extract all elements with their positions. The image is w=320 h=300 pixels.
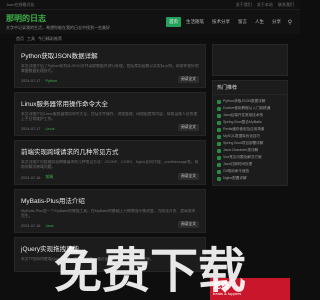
recent-item[interactable]: Java Character类详解 — [217, 147, 283, 154]
site-title[interactable]: 那明的日志 — [6, 13, 110, 24]
breadcrumb-item: 今日精彩推荐 — [38, 36, 62, 41]
recent-item[interactable]: Vue常见问题及解决方案 — [217, 154, 283, 161]
nav-item-life[interactable]: 生活随笔 — [183, 17, 207, 27]
ad-banner[interactable]: 免费 treats & toppers — [210, 278, 290, 300]
read-more-button[interactable]: 阅读全文 — [177, 124, 199, 131]
post-category[interactable]: 前端 — [45, 175, 53, 180]
post-meta: 2024-07-16 前端 — [21, 175, 199, 180]
post-meta: 2024-07-16 Java — [21, 224, 199, 228]
bullet-icon — [217, 141, 221, 146]
recent-item[interactable]: Spring Boot整合MyBatis — [217, 119, 283, 126]
post-title[interactable]: Python获取JSON数据详解 — [21, 50, 199, 60]
recent-item[interactable]: Java后端开发常用技术栈 — [217, 112, 283, 119]
breadcrumb-item[interactable]: 工具 — [27, 36, 35, 42]
post-list: Python获取JSON数据详解 本文详细介绍了Python如何从JSON文件读… — [14, 44, 206, 276]
post-excerpt: 本文介绍如何使用jQuery实现元素拖拽功能，通过鼠标事件监听实现拖动效果。 — [21, 257, 154, 261]
bullet-icon — [217, 176, 221, 181]
post-excerpt: MyBatis-Plus是一个MyBatis的增强工具，在MyBatis的基础上… — [21, 209, 196, 218]
breadcrumb: 首页 工具 今日精彩推荐 — [0, 34, 300, 44]
bullet-icon — [217, 148, 221, 153]
recent-item[interactable]: Java日期时间处理 — [217, 161, 283, 168]
post-card: 前端实现跨域请求的几种常见方式 本文详细介绍前端实现跨域请求的几种常见方法：JS… — [14, 140, 206, 185]
nav-item-life2[interactable]: 人生 — [252, 17, 267, 27]
nav-item-tech[interactable]: 技术分享 — [209, 17, 233, 27]
post-date: 2024-07-16 — [21, 175, 41, 180]
post-card: Linux服务器常用操作命令大全 本文详细介绍Linux服务器常用命令大全，包括… — [14, 92, 206, 136]
top-link[interactable]: 联系我们 — [278, 2, 294, 7]
recent-item[interactable]: Redis缓存使用及应用场景 — [217, 126, 283, 133]
post-category[interactable]: Linux — [45, 127, 54, 131]
site-subtitle: 文字中记录我的生活，希望你能在我的日志中找到一些美好 — [6, 25, 110, 30]
post-card: jQuery实现拖拽功能 本文介绍如何使用jQuery实现元素拖拽功能，通过鼠标… — [14, 237, 206, 272]
post-title[interactable]: jQuery实现拖拽功能 — [21, 243, 199, 253]
breadcrumb-item[interactable]: 首页 — [16, 36, 24, 42]
post-date: 2024-07-16 — [21, 224, 41, 228]
post-title[interactable]: Linux服务器常用操作命令大全 — [21, 98, 199, 108]
recent-posts-widget: 热门推荐 Python获取JSON数据详解 Docker使用教程从入门到精通 J… — [212, 80, 288, 186]
bullet-icon — [217, 155, 221, 160]
bullet-icon — [217, 99, 221, 104]
post-title[interactable]: 前端实现跨域请求的几种常见方式 — [21, 146, 199, 156]
recent-item[interactable]: Python获取JSON数据详解 — [217, 98, 283, 105]
post-excerpt: 本文详细介绍前端实现跨域请求的几种常见方法：JSONP、CORS、Nginx反向… — [21, 160, 199, 169]
bullet-icon — [217, 162, 221, 167]
brand: 那明的日志 文字中记录我的生活，希望你能在我的日志中找到一些美好 — [6, 13, 110, 31]
widget-title: 热门推荐 — [213, 81, 287, 95]
post-excerpt: 本文详细介绍Linux服务器常用命令大全，包括文件操作、进程管理、网络配置等内容… — [21, 112, 198, 121]
recent-item[interactable]: Nginx配置详解 — [217, 175, 283, 182]
post-date: 2024-07-17 — [21, 79, 41, 83]
bullet-icon — [217, 120, 221, 125]
bullet-icon — [217, 113, 221, 118]
nav-item-home[interactable]: 首页 — [166, 17, 181, 27]
recent-list: Python获取JSON数据详解 Docker使用教程从入门到精通 Java后端… — [213, 95, 287, 185]
search-icon[interactable]: ⚲ — [286, 18, 294, 26]
post-category[interactable]: Python — [45, 79, 57, 83]
post-category[interactable]: Java — [45, 224, 53, 228]
post-meta: 2024-07-17 Python — [21, 79, 199, 83]
bullet-icon — [217, 169, 221, 174]
bullet-icon — [217, 127, 221, 132]
top-bar-links: 关于我们 关于本站 联系我们 — [232, 2, 294, 8]
post-card: MyBatis-Plus用法介绍 MyBatis-Plus是一个MyBatis的… — [14, 189, 206, 233]
post-title[interactable]: MyBatis-Plus用法介绍 — [21, 195, 199, 205]
recent-item[interactable]: Docker使用教程从入门到精通 — [217, 105, 283, 112]
nav-item-share[interactable]: 分享 — [269, 17, 284, 27]
top-bar: Json在线格式化 关于我们 关于本站 联系我们 — [0, 0, 300, 10]
post-meta: 2024-07-17 Linux — [21, 127, 199, 131]
post-excerpt: 本文详细介绍了Python如何从JSON文件读取数据并进行处理，包括常用函数以及… — [21, 64, 199, 73]
main-nav: 首页 生活随笔 技术分享 留言 人生 分享 ⚲ — [166, 17, 294, 27]
sidebar-widget-blank — [212, 44, 288, 76]
bullet-icon — [217, 106, 221, 111]
top-link[interactable]: 关于本站 — [257, 2, 273, 7]
site-header: 那明的日志 文字中记录我的生活，希望你能在我的日志中找到一些美好 首页 生活随笔… — [0, 10, 300, 34]
recent-item[interactable]: Git常用命令速查 — [217, 168, 283, 175]
top-link[interactable]: 关于我们 — [236, 2, 252, 7]
ad-banner-subtitle: treats & toppers — [213, 291, 242, 296]
nav-item-message[interactable]: 留言 — [235, 17, 250, 27]
post-date: 2024-07-17 — [21, 127, 41, 131]
read-more-button[interactable]: 阅读全文 — [177, 76, 199, 83]
bullet-icon — [217, 134, 221, 139]
recent-item[interactable]: MySQL数据库优化技巧 — [217, 133, 283, 140]
ad-banner-title: 免费 — [213, 281, 229, 290]
post-card: Python获取JSON数据详解 本文详细介绍了Python如何从JSON文件读… — [14, 44, 206, 88]
sidebar: 热门推荐 Python获取JSON数据详解 Docker使用教程从入门到精通 J… — [212, 44, 288, 190]
read-more-button[interactable]: 阅读全文 — [177, 173, 199, 180]
read-more-button[interactable]: 阅读全文 — [177, 221, 199, 228]
recent-item[interactable]: Spring Boot项目部署详解 — [217, 140, 283, 147]
top-bar-left[interactable]: Json在线格式化 — [6, 2, 34, 8]
